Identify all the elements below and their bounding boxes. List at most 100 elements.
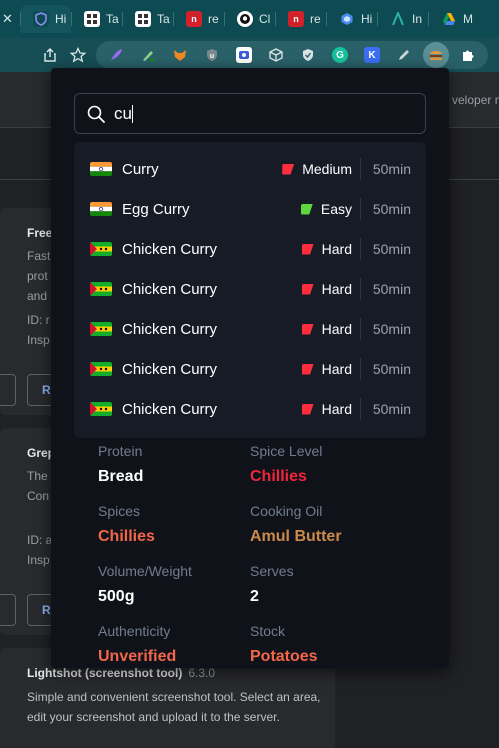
shield-check-icon[interactable] bbox=[292, 41, 324, 69]
ublock-icon[interactable]: u bbox=[196, 41, 228, 69]
india-flag-icon bbox=[90, 202, 112, 216]
github-icon bbox=[237, 11, 253, 27]
cook-time: 50min bbox=[372, 241, 411, 257]
result-name: Chicken Curry bbox=[122, 320, 218, 338]
pen-icon[interactable] bbox=[132, 41, 164, 69]
difficulty-badge: Hard bbox=[301, 321, 352, 337]
result-item[interactable]: Egg Curry Easy 50min bbox=[74, 189, 426, 229]
tab-4[interactable]: n re bbox=[173, 5, 224, 33]
sao-tome-flag-icon bbox=[90, 362, 112, 376]
cube-icon[interactable] bbox=[260, 41, 292, 69]
difficulty-label: Medium bbox=[302, 161, 352, 177]
divider bbox=[360, 278, 361, 300]
detail-label-protein: Protein bbox=[98, 443, 143, 459]
difficulty-flag-icon bbox=[301, 323, 314, 335]
tab-1[interactable]: Hi bbox=[20, 5, 71, 33]
tab-6[interactable]: n re bbox=[275, 5, 326, 33]
detail-value-spices: Chillies bbox=[98, 528, 155, 545]
hex-icon bbox=[339, 11, 355, 27]
puzzle-icon[interactable] bbox=[452, 41, 484, 69]
tab-label: Ta bbox=[106, 12, 119, 26]
result-name: Chicken Curry bbox=[122, 280, 218, 298]
lightshot-description: Simple and convenient screenshot tool. S… bbox=[27, 690, 321, 724]
detail-value-protein: Bread bbox=[98, 468, 144, 485]
difficulty-flag-icon bbox=[301, 363, 314, 375]
search-results-dropdown: Curry Medium 50min Egg Curry Easy 50min … bbox=[74, 142, 426, 438]
developer-mode-label: veloper m bbox=[452, 93, 499, 107]
tab-label: re bbox=[310, 12, 321, 26]
tab-9[interactable]: M bbox=[428, 5, 479, 33]
screen-icon[interactable] bbox=[228, 41, 260, 69]
detail-label-volume: Volume/Weight bbox=[98, 563, 192, 579]
svg-text:u: u bbox=[210, 53, 214, 60]
difficulty-badge: Medium bbox=[282, 161, 352, 177]
tab-3[interactable]: Ta bbox=[122, 5, 173, 33]
tab-0[interactable]: ✕ bbox=[0, 5, 20, 33]
share-icon[interactable] bbox=[36, 41, 64, 69]
search-input[interactable]: cu bbox=[114, 104, 132, 124]
detail-label-cooking-oil: Cooking Oil bbox=[250, 503, 323, 519]
tab-label: Hi bbox=[361, 12, 373, 26]
detail-value-volume: 500g bbox=[98, 588, 135, 605]
result-item[interactable]: Chicken Curry Hard 50min bbox=[74, 389, 426, 429]
result-item[interactable]: Curry Medium 50min bbox=[74, 149, 426, 189]
card-line: Insp bbox=[27, 333, 50, 347]
card-line: prot bbox=[27, 269, 48, 283]
detail-value-spice-level: Chillies bbox=[250, 468, 307, 485]
difficulty-label: Easy bbox=[320, 201, 352, 217]
details-button[interactable] bbox=[0, 594, 16, 626]
fox-icon[interactable] bbox=[164, 41, 196, 69]
cook-time: 50min bbox=[372, 161, 411, 177]
tab-strip: ✕ Hi Ta Ta n re Cl n re Hi In M bbox=[0, 0, 499, 38]
detail-label-authenticity: Authenticity bbox=[98, 623, 171, 639]
cook-time: 50min bbox=[372, 321, 411, 337]
card-line: Fast bbox=[27, 249, 51, 263]
tab-2[interactable]: Ta bbox=[71, 5, 122, 33]
detail-label-serves: Serves bbox=[250, 563, 294, 579]
n-logo-icon: n bbox=[288, 11, 304, 27]
difficulty-flag-icon bbox=[300, 203, 313, 215]
tab-label: Hi bbox=[55, 12, 67, 26]
detail-value-serves: 2 bbox=[250, 588, 259, 605]
browser-toolbar: u G K bbox=[0, 38, 499, 72]
difficulty-label: Hard bbox=[321, 241, 352, 257]
sao-tome-flag-icon bbox=[90, 322, 112, 336]
sao-tome-flag-icon bbox=[90, 282, 112, 296]
cook-time: 50min bbox=[372, 201, 411, 217]
result-item[interactable]: Chicken Curry Hard 50min bbox=[74, 309, 426, 349]
search-box[interactable]: cu bbox=[74, 93, 426, 134]
cook-time: 50min bbox=[372, 401, 411, 417]
divider bbox=[360, 238, 361, 260]
card-line: ID: a bbox=[27, 533, 53, 547]
grid-icon bbox=[135, 11, 151, 27]
tab-label: M bbox=[463, 12, 473, 26]
grammarly-icon[interactable]: G bbox=[324, 41, 356, 69]
card-line: Insp bbox=[27, 553, 50, 567]
tab-7[interactable]: Hi bbox=[326, 5, 377, 33]
divider bbox=[360, 158, 361, 180]
result-item[interactable]: Chicken Curry Hard 50min bbox=[74, 349, 426, 389]
star-icon[interactable] bbox=[64, 41, 92, 69]
result-name: Egg Curry bbox=[122, 200, 190, 218]
result-item[interactable]: Chicken Curry Hard 50min bbox=[74, 269, 426, 309]
difficulty-flag-icon bbox=[301, 243, 314, 255]
tab-8[interactable]: In bbox=[377, 5, 428, 33]
search-icon bbox=[86, 104, 106, 124]
divider bbox=[360, 358, 361, 380]
difficulty-flag-icon bbox=[282, 163, 295, 175]
tab-label: Cl bbox=[259, 12, 271, 26]
pencil-icon[interactable] bbox=[388, 41, 420, 69]
result-name: Curry bbox=[122, 160, 159, 178]
card-line: and bbox=[27, 289, 48, 303]
result-item[interactable]: Chicken Curry Hard 50min bbox=[74, 229, 426, 269]
difficulty-badge: Hard bbox=[301, 241, 352, 257]
detail-value-cooking-oil: Amul Butter bbox=[250, 528, 342, 545]
tab-5[interactable]: Cl bbox=[224, 5, 275, 33]
burger-icon[interactable] bbox=[420, 41, 452, 69]
difficulty-badge: Easy bbox=[300, 201, 352, 217]
details-button[interactable] bbox=[0, 374, 16, 406]
k-icon[interactable]: K bbox=[356, 41, 388, 69]
result-name: Chicken Curry bbox=[122, 400, 218, 418]
close-tab-icon[interactable]: ✕ bbox=[2, 11, 13, 27]
feather-icon[interactable] bbox=[100, 41, 132, 69]
